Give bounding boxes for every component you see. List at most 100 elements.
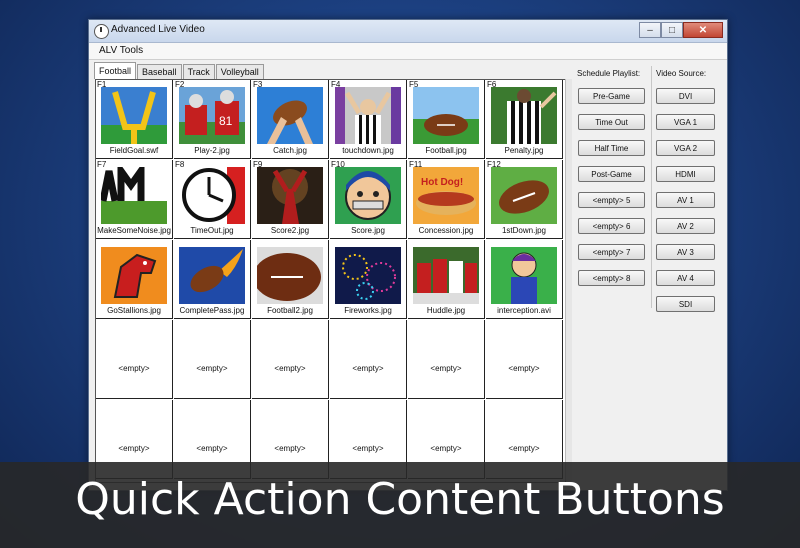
close-button[interactable]: ✕: [683, 22, 723, 38]
file-name: Penalty.jpg: [504, 146, 544, 155]
empty-slot-label: <empty>: [118, 444, 150, 453]
content-button[interactable]: <empty>: [96, 320, 173, 399]
content-button[interactable]: <empty>: [330, 320, 407, 399]
content-button[interactable]: Fireworks.jpg: [330, 240, 407, 319]
clock-app-icon: [94, 24, 109, 39]
schedule-button[interactable]: <empty> 5: [578, 192, 645, 208]
file-name: TimeOut.jpg: [190, 226, 234, 235]
football-closeup-icon: [257, 247, 323, 304]
empty-slot-label: <empty>: [508, 444, 540, 453]
content-button[interactable]: GoStallions.jpg: [96, 240, 173, 319]
content-button[interactable]: F5 Football.jpg: [408, 80, 485, 159]
content-button[interactable]: <empty>: [252, 320, 329, 399]
hotdog-icon: Hot Dog!: [413, 167, 479, 224]
empty-slot-label: <empty>: [274, 364, 306, 373]
video-source-button[interactable]: AV 2: [656, 218, 715, 234]
cartoon-player-icon: [491, 247, 557, 304]
content-button[interactable]: F8 TimeOut.jpg: [174, 160, 251, 239]
content-button[interactable]: F11 Hot Dog! Concession.jpg: [408, 160, 485, 239]
file-name: Score2.jpg: [270, 226, 310, 235]
file-name: Fireworks.jpg: [344, 306, 392, 315]
content-button[interactable]: F4 touchdown.jpg: [330, 80, 407, 159]
content-button[interactable]: F9 Score2.jpg: [252, 160, 329, 239]
content-button[interactable]: F2 81 Play-2.jpg: [174, 80, 251, 159]
minimize-button[interactable]: –: [639, 22, 661, 38]
video-source-button[interactable]: HDMI: [656, 166, 715, 182]
empty-slot-label: <empty>: [430, 364, 462, 373]
grid-scrollbar[interactable]: [565, 79, 572, 481]
panel-divider: [651, 66, 652, 308]
menu-alv-tools[interactable]: ALV Tools: [99, 45, 143, 56]
content-button[interactable]: <empty>: [486, 320, 563, 399]
empty-slot-label: <empty>: [196, 444, 228, 453]
tab-volleyball[interactable]: Volleyball: [215, 64, 264, 79]
football-field-icon: [413, 87, 479, 144]
schedule-button[interactable]: <empty> 6: [578, 218, 645, 234]
file-name: touchdown.jpg: [342, 146, 394, 155]
goal-post-icon: [101, 87, 167, 144]
empty-slot-label: <empty>: [352, 364, 384, 373]
title-bar[interactable]: Advanced Live Video – □ ✕: [89, 20, 727, 43]
content-button[interactable]: CompletePass.jpg: [174, 240, 251, 319]
video-source-button[interactable]: AV 3: [656, 244, 715, 260]
caption-text: Quick Action Content Buttons: [75, 474, 725, 525]
noise-icon: [101, 167, 167, 224]
video-source-button[interactable]: VGA 2: [656, 140, 715, 156]
content-button[interactable]: Football2.jpg: [252, 240, 329, 319]
empty-slot-label: <empty>: [196, 364, 228, 373]
content-button[interactable]: F3 Catch.jpg: [252, 80, 329, 159]
score-icon: [257, 167, 323, 224]
content-button[interactable]: F10 Score.jpg: [330, 160, 407, 239]
schedule-button[interactable]: Pre-Game: [578, 88, 645, 104]
fireworks-icon: [335, 247, 401, 304]
video-source-button[interactable]: DVI: [656, 88, 715, 104]
schedule-button[interactable]: Post-Game: [578, 166, 645, 182]
file-name: interception.avi: [497, 306, 551, 315]
schedule-button[interactable]: <empty> 8: [578, 270, 645, 286]
clock-icon: [179, 167, 245, 224]
content-button[interactable]: F1 FieldGoal.swf: [96, 80, 173, 159]
video-source-button[interactable]: VGA 1: [656, 114, 715, 130]
content-button[interactable]: F12 1stDown.jpg: [486, 160, 563, 239]
svg-text:Hot Dog!: Hot Dog!: [421, 177, 463, 188]
tab-football[interactable]: Football: [94, 62, 137, 79]
file-name: MakeSomeNoise.jpg: [97, 226, 171, 235]
content-button[interactable]: F6 Penalty.jpg: [486, 80, 563, 159]
window-title: Advanced Live Video: [111, 24, 205, 35]
content-button[interactable]: F7 MakeSomeNoise.jpg: [96, 160, 173, 239]
players-icon: 81: [179, 87, 245, 144]
empty-slot-label: <empty>: [118, 364, 150, 373]
file-name: Huddle.jpg: [426, 306, 466, 315]
file-name: Football2.jpg: [267, 306, 313, 315]
window-controls: – □ ✕: [639, 22, 723, 38]
schedule-button[interactable]: Time Out: [578, 114, 645, 130]
content-button[interactable]: <empty>: [174, 320, 251, 399]
video-source-button[interactable]: AV 1: [656, 192, 715, 208]
content-button[interactable]: interception.avi: [486, 240, 563, 319]
file-name: Football.jpg: [425, 146, 467, 155]
fire-ball-icon: [179, 247, 245, 304]
file-name: Play-2.jpg: [194, 146, 230, 155]
empty-slot-label: <empty>: [430, 444, 462, 453]
maximize-button[interactable]: □: [661, 22, 683, 38]
video-source-button[interactable]: SDI: [656, 296, 715, 312]
empty-slot-label: <empty>: [352, 444, 384, 453]
schedule-button[interactable]: Half Time: [578, 140, 645, 156]
tab-baseball[interactable]: Baseball: [137, 64, 182, 79]
file-name: CompletePass.jpg: [179, 306, 245, 315]
tab-track[interactable]: Track: [182, 64, 215, 79]
file-name: Score.jpg: [351, 226, 385, 235]
video-source-button[interactable]: AV 4: [656, 270, 715, 286]
sport-tabs: Football Baseball Track Volleyball: [94, 62, 265, 79]
huddle-icon: [413, 247, 479, 304]
empty-slot-label: <empty>: [508, 364, 540, 373]
video-source-label: Video Source:: [656, 69, 707, 78]
content-button[interactable]: Huddle.jpg: [408, 240, 485, 319]
catch-icon: [257, 87, 323, 144]
content-button[interactable]: <empty>: [408, 320, 485, 399]
schedule-button[interactable]: <empty> 7: [578, 244, 645, 260]
file-name: FieldGoal.swf: [109, 146, 159, 155]
file-name: Concession.jpg: [418, 226, 474, 235]
file-name: Catch.jpg: [273, 146, 307, 155]
svg-text:81: 81: [219, 114, 233, 128]
